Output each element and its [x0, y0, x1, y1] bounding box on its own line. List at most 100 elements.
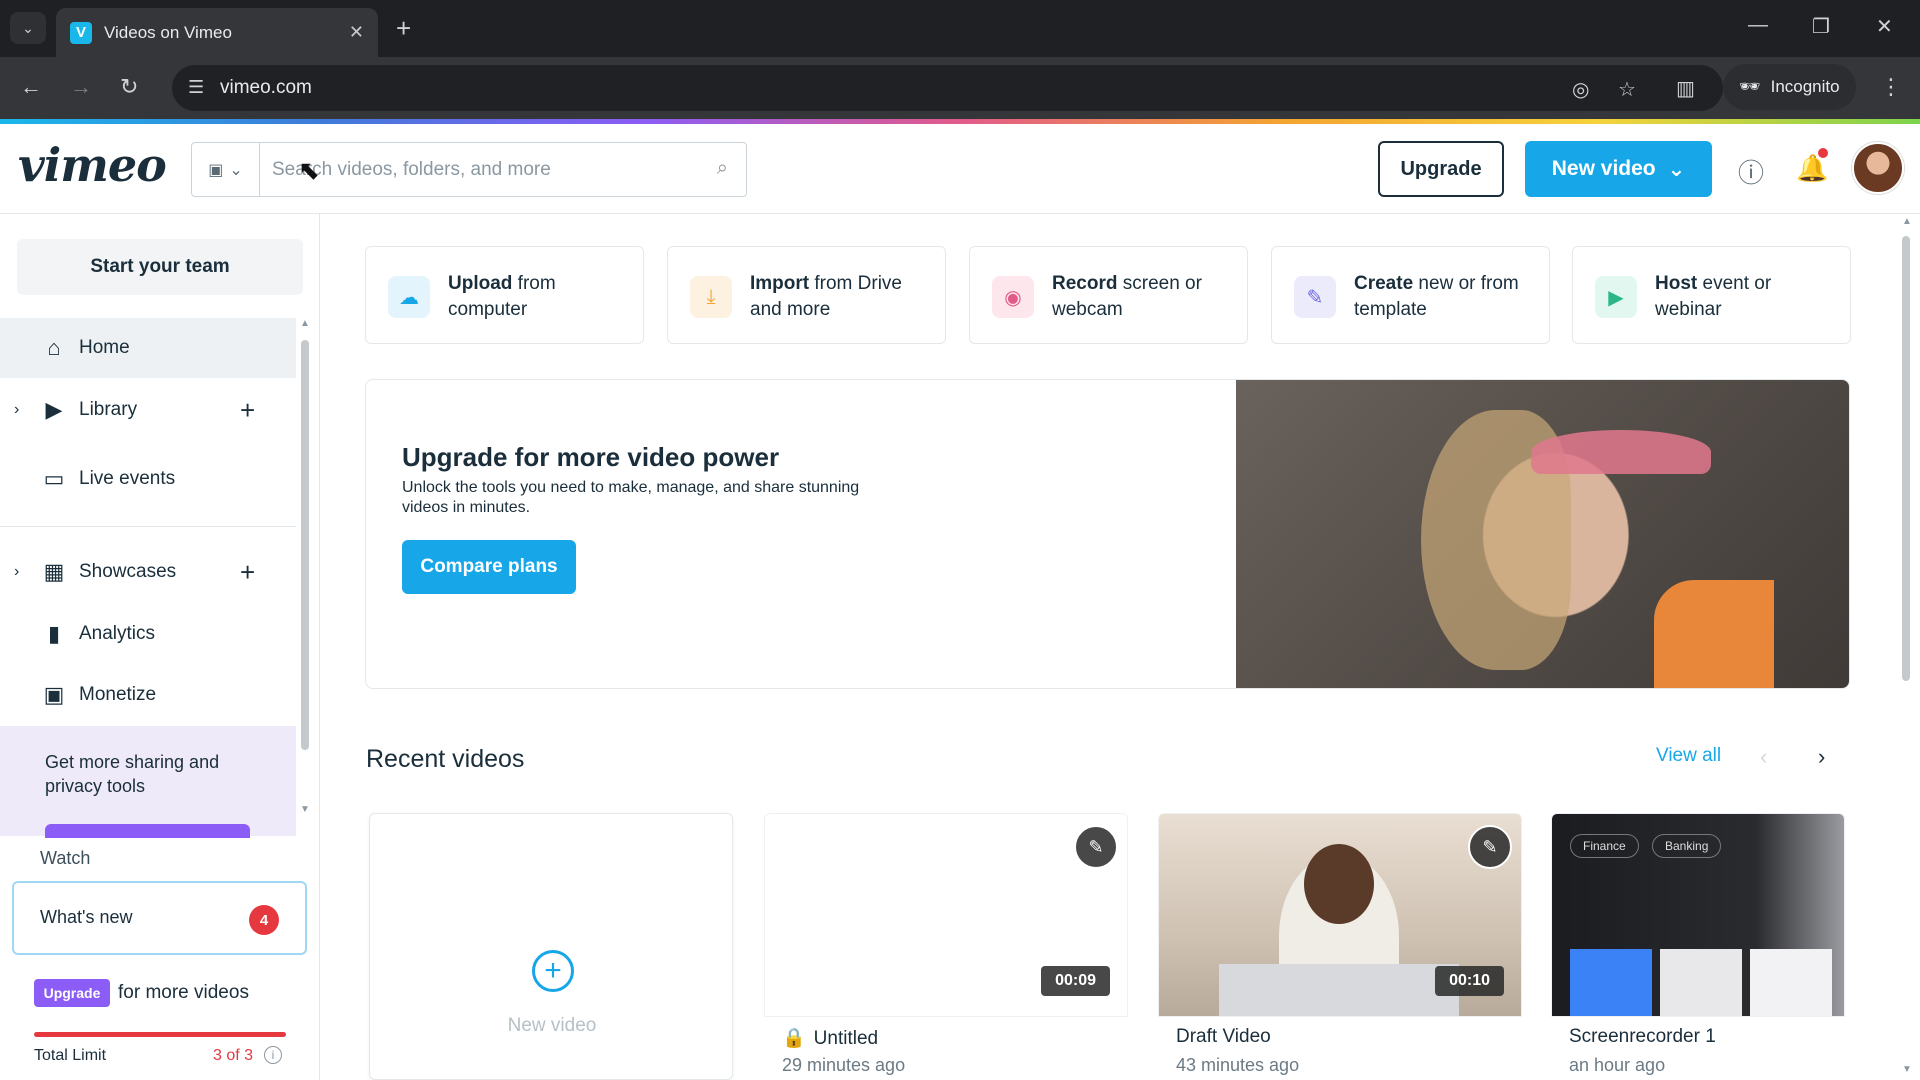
- sidebar-item-label: Showcases: [79, 561, 177, 582]
- search-input[interactable]: [272, 153, 682, 187]
- browser-menu-icon[interactable]: ⋮: [1880, 74, 1902, 100]
- edit-icon[interactable]: ✎: [1074, 825, 1118, 869]
- sidebar-item-home[interactable]: ⌂ Home: [0, 318, 296, 378]
- search-icon[interactable]: ⌕: [717, 157, 728, 180]
- video-title: Draft Video: [1176, 1026, 1271, 1047]
- record-card-text: Record screen or webcam: [1052, 273, 1202, 320]
- finance-chip: Finance: [1570, 834, 1639, 858]
- window-close-icon[interactable]: ✕: [1876, 14, 1893, 39]
- thumbnail-head: [1304, 844, 1374, 924]
- upload-card-text: Upload from computer: [448, 273, 556, 320]
- sidebar-item-library[interactable]: › ▶ Library +: [0, 380, 296, 440]
- sidebar-scroll-thumb[interactable]: [301, 340, 309, 750]
- upgrade-text: for more videos: [118, 982, 249, 1003]
- add-showcase-icon[interactable]: +: [240, 557, 255, 588]
- create-card-text: Create new or from template: [1354, 273, 1519, 320]
- promo-image-headband: [1531, 430, 1712, 474]
- tab-search-button[interactable]: ⌄: [10, 12, 46, 44]
- showcases-icon: ▦: [43, 559, 65, 584]
- limit-label: Total Limit: [34, 1047, 107, 1064]
- thumbnail-tile: [1750, 949, 1832, 1016]
- whats-new-label: What's new: [40, 907, 133, 927]
- thumbnail-tile: [1660, 949, 1742, 1016]
- chevron-down-icon: ⌄: [229, 161, 243, 179]
- scroll-up-icon[interactable]: ▲: [300, 318, 310, 329]
- scroll-up-icon[interactable]: ▲: [1902, 216, 1912, 227]
- start-team-label: Start your team: [90, 256, 230, 277]
- info-icon[interactable]: i: [264, 1046, 282, 1064]
- host-card-text: Host event or webinar: [1655, 273, 1772, 320]
- reload-icon[interactable]: ↻: [120, 75, 138, 99]
- import-card-text: Import from Drive and more: [750, 273, 903, 320]
- new-video-button[interactable]: New video ⌄: [1525, 141, 1712, 197]
- sidebar: Start your team ⌂ Home › ▶ Library + ▭ L…: [0, 214, 320, 1080]
- restore-icon[interactable]: ❐: [1812, 14, 1830, 39]
- edit-icon[interactable]: ✎: [1468, 825, 1512, 869]
- star-icon[interactable]: ☆: [1618, 77, 1636, 102]
- back-icon[interactable]: ←: [20, 75, 42, 99]
- browser-toolbar: ← → ↻ ☰ vimeo.com ◎ ☆: [0, 57, 1920, 119]
- host-card[interactable]: ▶ Host event or webinar: [1572, 246, 1851, 344]
- chevron-right-icon[interactable]: ›: [14, 563, 19, 581]
- import-card[interactable]: ⤓ Import from Drive and more: [667, 246, 946, 344]
- new-video-label: New video: [1551, 157, 1656, 180]
- vimeo-logo[interactable]: vimeo: [18, 138, 167, 192]
- record-card[interactable]: ◉ Record screen or webcam: [969, 246, 1248, 344]
- sidebar-item-monetize[interactable]: ▣ Monetize: [0, 665, 296, 725]
- address-bar[interactable]: ☰ vimeo.com ◎ ☆: [172, 65, 1723, 111]
- video-card[interactable]: ✎ 00:09 🔒 Untitled 29 minutes ago: [764, 813, 1128, 1080]
- chevron-left-icon[interactable]: ‹: [1760, 744, 1767, 770]
- search-filter-dropdown[interactable]: ▣ ⌄: [192, 143, 260, 196]
- compare-plans-button[interactable]: Compare plans: [402, 540, 576, 594]
- sidebar-item-showcases[interactable]: › ▦ Showcases +: [0, 542, 296, 602]
- main-scroll-thumb[interactable]: [1902, 236, 1910, 681]
- sidebar-item-live-events[interactable]: ▭ Live events: [0, 449, 296, 509]
- start-team-button[interactable]: Start your team: [17, 239, 303, 295]
- camera-icon: ▶: [1595, 276, 1637, 318]
- chevron-right-icon[interactable]: ›: [14, 401, 19, 419]
- side-panel-icon[interactable]: ▥: [1676, 76, 1695, 101]
- new-tab-icon[interactable]: +: [396, 14, 411, 42]
- record-icon: ◉: [992, 276, 1034, 318]
- sidebar-scrollbar[interactable]: ▲ ▼: [298, 318, 312, 816]
- upgrade-button[interactable]: Upgrade: [1378, 141, 1504, 197]
- scroll-down-icon[interactable]: ▼: [1902, 1064, 1912, 1075]
- chevron-down-icon: ⌄: [1667, 157, 1686, 181]
- avatar[interactable]: [1852, 142, 1904, 194]
- chevron-right-icon[interactable]: ›: [1818, 744, 1825, 770]
- chevron-down-icon: ⌄: [22, 19, 34, 36]
- sidebar-item-analytics[interactable]: ▮ Analytics: [0, 604, 296, 664]
- app-header: vimeo ▣ ⌄ ⌕ Upgrade New video ⌄ ⓘ 🔔: [0, 124, 1920, 214]
- minimize-icon[interactable]: —: [1748, 14, 1768, 37]
- main-scrollbar[interactable]: ▲ ▼: [1896, 214, 1920, 1080]
- create-card[interactable]: ✎ Create new or from template: [1271, 246, 1550, 344]
- limit-progress-bar: [34, 1032, 286, 1037]
- view-all-link[interactable]: View all: [1656, 745, 1721, 767]
- add-library-icon[interactable]: +: [240, 395, 255, 426]
- incognito-label: Incognito: [1770, 77, 1840, 96]
- whats-new-item[interactable]: What's new 4: [12, 881, 307, 955]
- upgrade-badge[interactable]: Upgrade: [34, 979, 110, 1007]
- video-card[interactable]: Finance Banking Screenrecorder 1 an hour…: [1551, 813, 1845, 1080]
- close-tab-icon[interactable]: ✕: [349, 22, 364, 43]
- forward-icon[interactable]: →: [70, 75, 92, 99]
- video-filter-icon: ▣: [208, 161, 224, 179]
- sidebar-promo: Get more sharing and privacy tools: [0, 726, 296, 838]
- recent-videos-title: Recent videos: [366, 745, 525, 773]
- eye-off-icon[interactable]: ◎: [1572, 77, 1589, 102]
- sidebar-divider: [0, 526, 296, 527]
- new-video-card[interactable]: + New video: [369, 813, 733, 1080]
- browser-tab[interactable]: V Videos on Vimeo ✕: [56, 8, 378, 57]
- upload-card[interactable]: ☁ Upload from computer: [365, 246, 644, 344]
- incognito-indicator[interactable]: 🕶 Incognito: [1723, 64, 1856, 110]
- promo-button[interactable]: [45, 824, 250, 838]
- video-card[interactable]: ✎ 00:10 Draft Video 43 minutes ago: [1158, 813, 1522, 1080]
- home-icon: ⌂: [47, 335, 61, 360]
- sidebar-item-label: Monetize: [79, 684, 157, 705]
- upgrade-label: Upgrade: [1400, 157, 1482, 180]
- promo-image-clothing: [1654, 580, 1775, 688]
- video-thumbnail[interactable]: Finance Banking: [1551, 813, 1845, 1017]
- scroll-down-icon[interactable]: ▼: [300, 804, 310, 815]
- help-icon[interactable]: ⓘ: [1738, 153, 1764, 190]
- site-info-icon[interactable]: ☰: [188, 77, 204, 98]
